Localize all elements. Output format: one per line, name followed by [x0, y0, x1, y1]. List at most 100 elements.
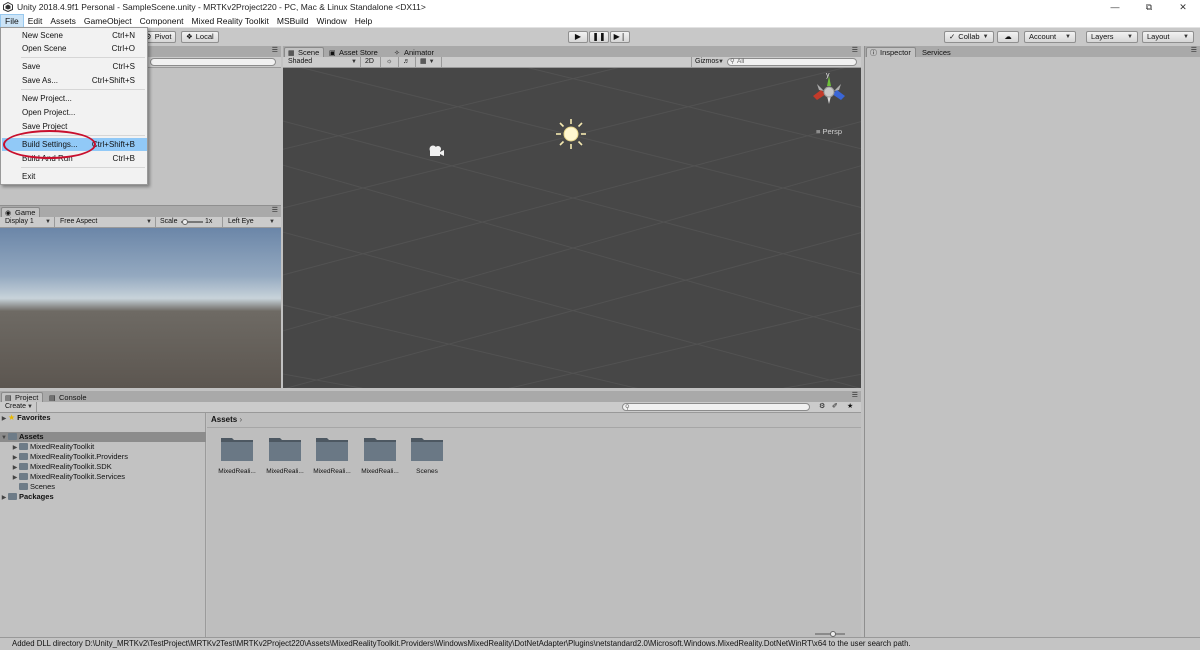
step-button[interactable]: ▶❘	[610, 31, 630, 43]
scene-viewport[interactable]: y ≡ Persp	[283, 68, 861, 388]
menu-item-save-as[interactable]: Save As... Ctrl+Shift+S	[2, 74, 147, 87]
menu-item-save[interactable]: Save Ctrl+S	[2, 60, 147, 73]
check-icon: ✓	[949, 32, 956, 41]
tab-console[interactable]: ▤ Console	[45, 392, 92, 402]
aspect-dropdown[interactable]: Free Aspect ▼	[60, 217, 156, 227]
tab-scene[interactable]: ▦ Scene	[284, 47, 325, 57]
tab-animator[interactable]: ✧ Animator	[390, 47, 439, 57]
asset-folder[interactable]: MixedReali...	[312, 435, 352, 475]
lighting-toggle[interactable]: ☼	[386, 57, 399, 67]
folder-icon	[19, 473, 28, 480]
scale-value: 1x	[205, 218, 213, 225]
tab-services[interactable]: Services	[917, 47, 956, 57]
filter-by-type-icon[interactable]: ⚙	[819, 402, 825, 412]
unity-logo-icon	[3, 2, 13, 12]
asset-folder[interactable]: Scenes	[407, 435, 447, 475]
scale-slider-handle[interactable]	[182, 219, 188, 225]
tree-item[interactable]: ▶ MixedRealityToolkit.Services	[0, 472, 206, 482]
image-icon: ▦	[420, 58, 427, 65]
layout-dropdown[interactable]: Layout ▼	[1142, 31, 1194, 43]
asset-folder[interactable]: MixedReali...	[217, 435, 257, 475]
breadcrumb[interactable]: Assets ›	[211, 415, 242, 424]
folder-icon	[269, 438, 301, 461]
collab-button[interactable]: ✓ Collab ▼	[944, 31, 994, 43]
tree-item[interactable]: ▶ MixedRealityToolkit.Providers	[0, 452, 206, 462]
hierarchy-search-input[interactable]	[150, 58, 276, 66]
menu-item-save-project[interactable]: Save Project	[2, 120, 147, 133]
tree-item[interactable]: ▶ MixedRealityToolkit.SDK	[0, 462, 206, 472]
chevron-down-icon: ▼	[27, 404, 33, 410]
menu-item-open-project[interactable]: Open Project...	[2, 106, 147, 119]
highlight-annotation-ring	[3, 130, 96, 159]
display-dropdown[interactable]: Display 1 ▼	[5, 217, 55, 227]
favorite-star-icon[interactable]: ★	[847, 402, 853, 412]
search-icon: ⚲	[625, 404, 630, 411]
restore-icon[interactable]: ⧉	[1132, 0, 1166, 14]
menu-help[interactable]: Help	[351, 14, 376, 28]
scene-tabstrip: ▦ Scene ▣ Asset Store ✧ Animator ☰	[283, 46, 861, 57]
tree-item[interactable]: Scenes	[0, 482, 206, 492]
tab-asset-store[interactable]: ▣ Asset Store	[325, 47, 383, 57]
mode-2d-toggle[interactable]: 2D	[365, 57, 381, 67]
chevron-down-icon: ▼	[146, 219, 152, 225]
close-icon[interactable]: ✕	[1166, 0, 1200, 14]
chevron-down-icon: ▼	[718, 59, 724, 65]
menu-item-exit[interactable]: Exit	[2, 170, 147, 183]
game-viewport[interactable]	[0, 228, 281, 388]
tab-project[interactable]: ▤ Project	[1, 392, 44, 402]
panel-menu-icon[interactable]: ☰	[272, 46, 278, 54]
create-dropdown[interactable]: Create ▼	[5, 402, 37, 412]
panel-menu-icon[interactable]: ☰	[852, 46, 858, 54]
scene-search-input[interactable]: ⚲ All	[727, 58, 857, 66]
account-dropdown[interactable]: Account ▼	[1024, 31, 1076, 43]
effects-dropdown[interactable]: ▦ ▼	[420, 57, 442, 67]
project-search-input[interactable]: ⚲	[622, 403, 810, 411]
tab-inspector[interactable]: ⓘ Inspector	[866, 47, 916, 57]
window-controls: — ⧉ ✕	[1098, 0, 1200, 14]
menu-assets[interactable]: Assets	[46, 14, 80, 28]
menu-item-new-project[interactable]: New Project...	[2, 92, 147, 105]
file-menu-dropdown: New Scene Ctrl+N Open Scene Ctrl+O Save …	[0, 27, 148, 185]
menu-item-new-scene[interactable]: New Scene Ctrl+N	[2, 29, 147, 42]
cloud-button[interactable]: ☁	[997, 31, 1019, 43]
chevron-down-icon: ▼	[1183, 34, 1189, 40]
filter-by-label-icon[interactable]: ✐	[832, 402, 838, 412]
menu-gameobject[interactable]: GameObject	[80, 14, 136, 28]
panel-menu-icon[interactable]: ☰	[1191, 46, 1197, 54]
asset-folder[interactable]: MixedReali...	[265, 435, 305, 475]
inspector-tabstrip: ⓘ Inspector Services ☰	[865, 46, 1200, 57]
game-panel: ◉ Game ☰ Display 1 ▼ Free Aspect ▼ Scale…	[0, 205, 281, 388]
pause-button[interactable]: ❚❚	[589, 31, 609, 43]
folder-icon	[316, 438, 348, 461]
local-button[interactable]: ❖ Local	[181, 31, 219, 43]
menu-item-open-scene[interactable]: Open Scene Ctrl+O	[2, 42, 147, 55]
tree-favorites[interactable]: ▶ ★ Favorites	[0, 413, 206, 423]
panel-menu-icon[interactable]: ☰	[272, 206, 278, 214]
gizmos-dropdown[interactable]: Gizmos ▼	[691, 57, 725, 67]
minimize-icon[interactable]: —	[1098, 0, 1132, 14]
tree-assets[interactable]: ▼ Assets	[0, 432, 206, 442]
menu-window[interactable]: Window	[313, 14, 351, 28]
status-bar[interactable]: Added DLL directory D:\Unity_MRTKv2\Test…	[0, 637, 1200, 650]
panel-menu-icon[interactable]: ☰	[852, 391, 858, 399]
tab-game[interactable]: ◉ Game	[1, 207, 41, 217]
audio-toggle[interactable]: ♬	[403, 57, 416, 67]
chevron-down-icon: ▼	[351, 59, 357, 65]
project-tabstrip: ▤ Project ▤ Console ☰	[0, 391, 861, 402]
chevron-down-icon: ▼	[45, 219, 51, 225]
menu-file[interactable]: File	[0, 13, 24, 28]
menu-msbuild[interactable]: MSBuild	[273, 14, 313, 28]
tree-packages[interactable]: ▶ Packages	[0, 492, 206, 502]
persp-label[interactable]: ≡ Persp	[816, 127, 842, 136]
play-button[interactable]: ▶	[568, 31, 588, 43]
menu-edit[interactable]: Edit	[24, 14, 47, 28]
eye-dropdown[interactable]: Left Eye ▼	[222, 217, 278, 227]
game-tabstrip: ◉ Game ☰	[0, 206, 281, 217]
asset-folder[interactable]: MixedReali...	[360, 435, 400, 475]
menu-mixed-reality-toolkit[interactable]: Mixed Reality Toolkit	[188, 14, 273, 28]
menu-component[interactable]: Component	[136, 14, 188, 28]
layers-dropdown[interactable]: Layers ▼	[1086, 31, 1138, 43]
folder-icon	[19, 443, 28, 450]
tree-item[interactable]: ▶ MixedRealityToolkit	[0, 442, 206, 452]
shading-dropdown[interactable]: Shaded ▼	[288, 57, 361, 67]
